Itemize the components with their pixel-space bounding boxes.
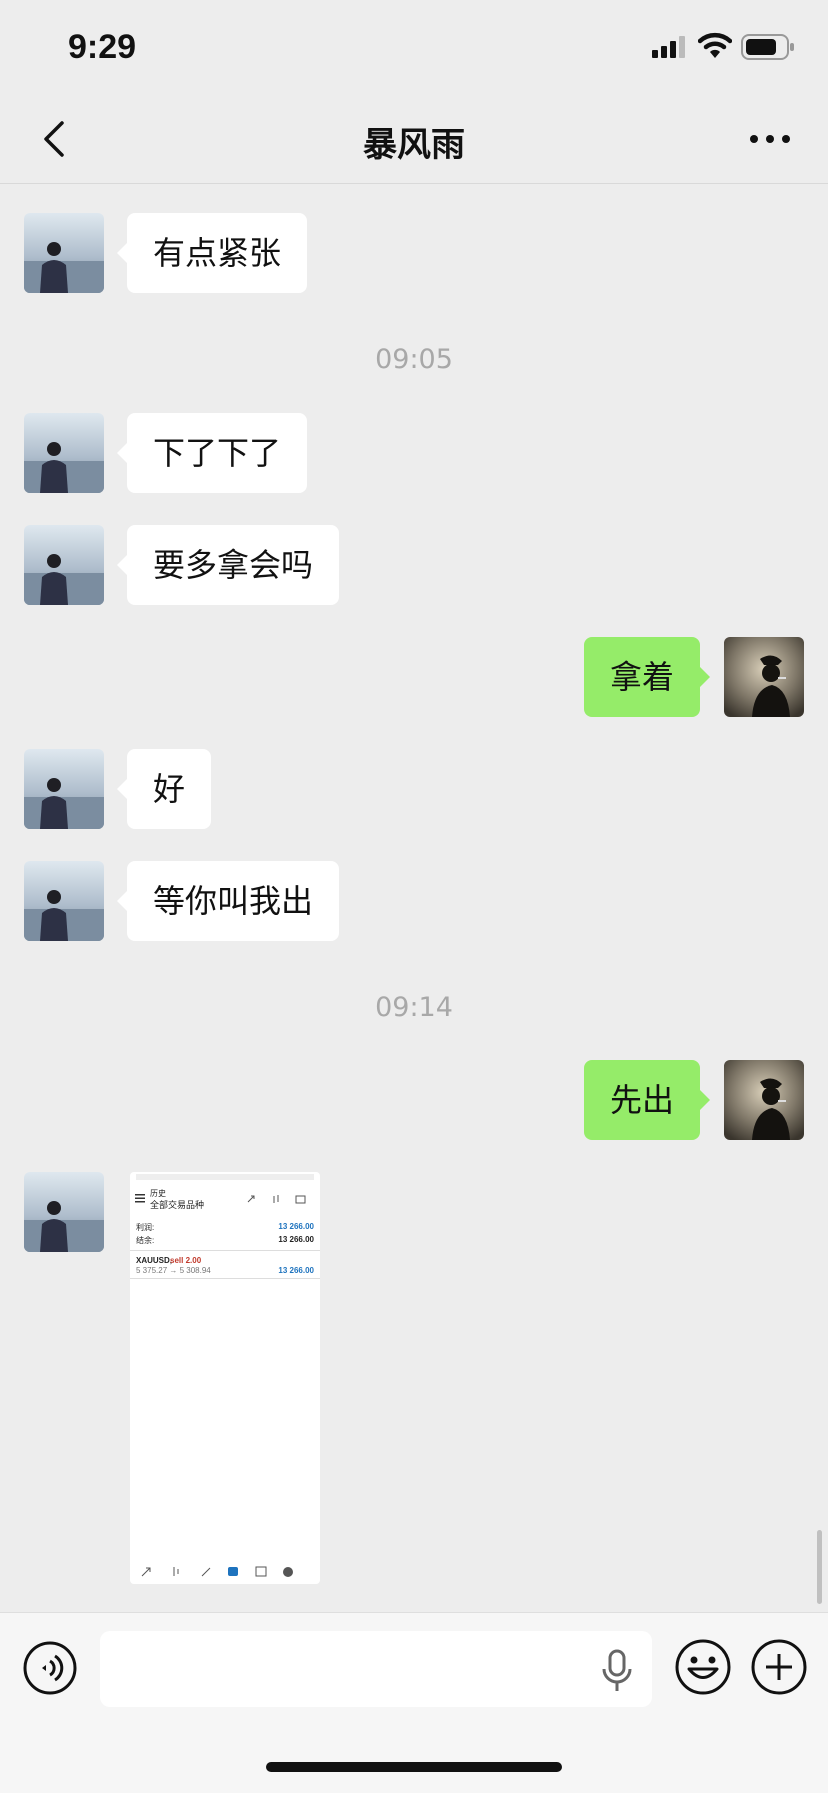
shot-bottom-tabs — [141, 1566, 293, 1577]
menu-icon — [135, 1194, 145, 1203]
home-indicator[interactable] — [266, 1762, 562, 1772]
contact-avatar[interactable] — [24, 1172, 104, 1252]
trade-symbol: XAUUSD, — [136, 1256, 173, 1265]
contact-avatar[interactable] — [24, 749, 104, 829]
contact-avatar[interactable] — [24, 213, 104, 293]
message-input[interactable] — [100, 1631, 652, 1707]
contact-avatar[interactable] — [24, 861, 104, 941]
status-bar: 9:29 — [0, 0, 828, 95]
profit-value: 13 266.00 — [278, 1222, 314, 1231]
chat-title: 暴风雨 — [363, 125, 465, 165]
more-icon[interactable] — [744, 121, 796, 157]
message-text[interactable]: 等你叫我出 — [116, 861, 340, 941]
mic-icon[interactable] — [600, 1649, 634, 1693]
my-avatar[interactable] — [724, 1060, 804, 1140]
message-text[interactable]: 要多拿会吗 — [116, 525, 340, 605]
signal-icon — [652, 36, 685, 58]
plus-icon[interactable] — [750, 1638, 808, 1696]
trade-screenshot-image[interactable]: 历史 全部交易品种 利润: 13 266.00 结余: 13 266.00 XA… — [130, 1172, 320, 1584]
message-list: 有点紧张 09:05 下了下了 要多拿会吗 拿着 好 等你叫我出 09:14 先… — [0, 184, 828, 1612]
trade-order: sell 2.00 — [170, 1256, 202, 1265]
trade-prices: 5 375.27 → 5 308.94 — [136, 1266, 211, 1275]
battery-icon — [741, 34, 794, 60]
contact-avatar[interactable] — [24, 413, 104, 493]
trade-profit: 13 266.00 — [278, 1266, 314, 1275]
voice-icon[interactable] — [22, 1640, 78, 1696]
shot-title-2: 全部交易品种 — [150, 1200, 205, 1210]
message-text[interactable]: 先出 — [583, 1060, 711, 1140]
message-text[interactable]: 好 — [116, 749, 212, 829]
timestamp: 09:05 — [375, 344, 453, 375]
shot-toolbar-icons — [247, 1195, 306, 1204]
status-time: 9:29 — [68, 28, 137, 66]
message-text[interactable]: 有点紧张 — [116, 213, 308, 293]
mini-status-bar — [136, 1174, 314, 1180]
emoji-icon[interactable] — [674, 1638, 732, 1696]
message-text[interactable]: 拿着 — [583, 637, 711, 717]
balance-value: 13 266.00 — [278, 1235, 314, 1244]
wifi-icon — [698, 32, 732, 58]
my-avatar[interactable] — [724, 637, 804, 717]
profit-label: 利润: — [136, 1223, 155, 1232]
message-text[interactable]: 下了下了 — [116, 413, 308, 493]
balance-label: 结余: — [136, 1236, 155, 1245]
timestamp: 09:14 — [375, 992, 453, 1023]
chat-header: 暴风雨 — [0, 95, 828, 184]
divider — [130, 1278, 320, 1279]
scrollbar[interactable] — [817, 1530, 822, 1604]
divider — [130, 1250, 320, 1251]
contact-avatar[interactable] — [24, 525, 104, 605]
